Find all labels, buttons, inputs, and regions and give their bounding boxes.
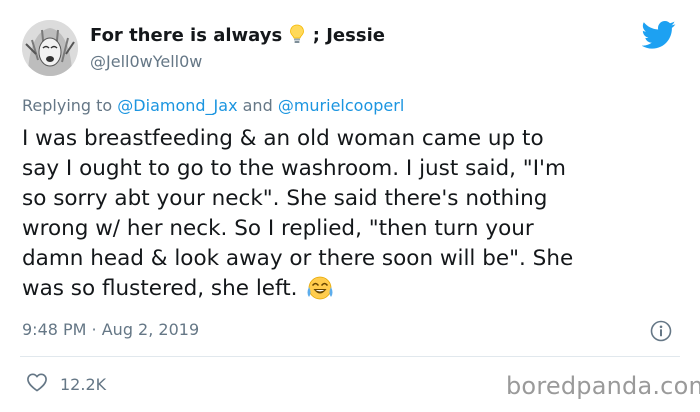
replying-to-joiner: and bbox=[242, 96, 273, 115]
lightbulb-emoji-icon bbox=[288, 24, 306, 46]
tweet-text: I was breastfeeding & an old woman came … bbox=[22, 124, 682, 304]
like-button[interactable]: 12.2K bbox=[26, 372, 106, 396]
tears-of-joy-emoji-icon bbox=[306, 275, 334, 301]
heart-icon bbox=[26, 372, 48, 396]
tweet-text-line-last: was so flustered, she left. bbox=[22, 274, 682, 304]
tweet-text-line: I was breastfeeding & an old woman came … bbox=[22, 126, 544, 151]
tweet-text-line: damn head & look away or there soon will… bbox=[22, 246, 574, 271]
replying-to: Replying to @Diamond_Jax and @murielcoop… bbox=[22, 96, 404, 115]
display-name-part-1: For there is always bbox=[90, 25, 283, 46]
tweet-text-line: wrong w/ her neck. So I replied, "then t… bbox=[22, 216, 534, 241]
twitter-bird-icon[interactable] bbox=[641, 20, 676, 50]
display-name-part-2: ; Jessie bbox=[312, 25, 385, 46]
mention-link[interactable]: @murielcooperl bbox=[278, 96, 404, 115]
mention-link[interactable]: @Diamond_Jax bbox=[117, 96, 237, 115]
like-count: 12.2K bbox=[60, 374, 107, 394]
avatar[interactable] bbox=[22, 20, 78, 76]
watermark: boredpanda.com bbox=[506, 372, 700, 400]
tweet-text-line: so sorry abt your neck". She said there'… bbox=[22, 186, 548, 211]
tweet-text-line-content: was so flustered, she left. bbox=[22, 276, 298, 301]
replying-to-label: Replying to bbox=[22, 96, 113, 115]
divider bbox=[20, 356, 680, 357]
avatar-illustration bbox=[22, 20, 78, 76]
info-icon[interactable] bbox=[650, 320, 672, 342]
display-name[interactable]: For there is always ; Jessie bbox=[90, 24, 385, 46]
user-handle[interactable]: @Jell0wYell0w bbox=[90, 52, 202, 71]
tweet-text-line: say I ought to go to the washroom. I jus… bbox=[22, 156, 566, 181]
tweet-timestamp[interactable]: 9:48 PM · Aug 2, 2019 bbox=[22, 320, 199, 339]
